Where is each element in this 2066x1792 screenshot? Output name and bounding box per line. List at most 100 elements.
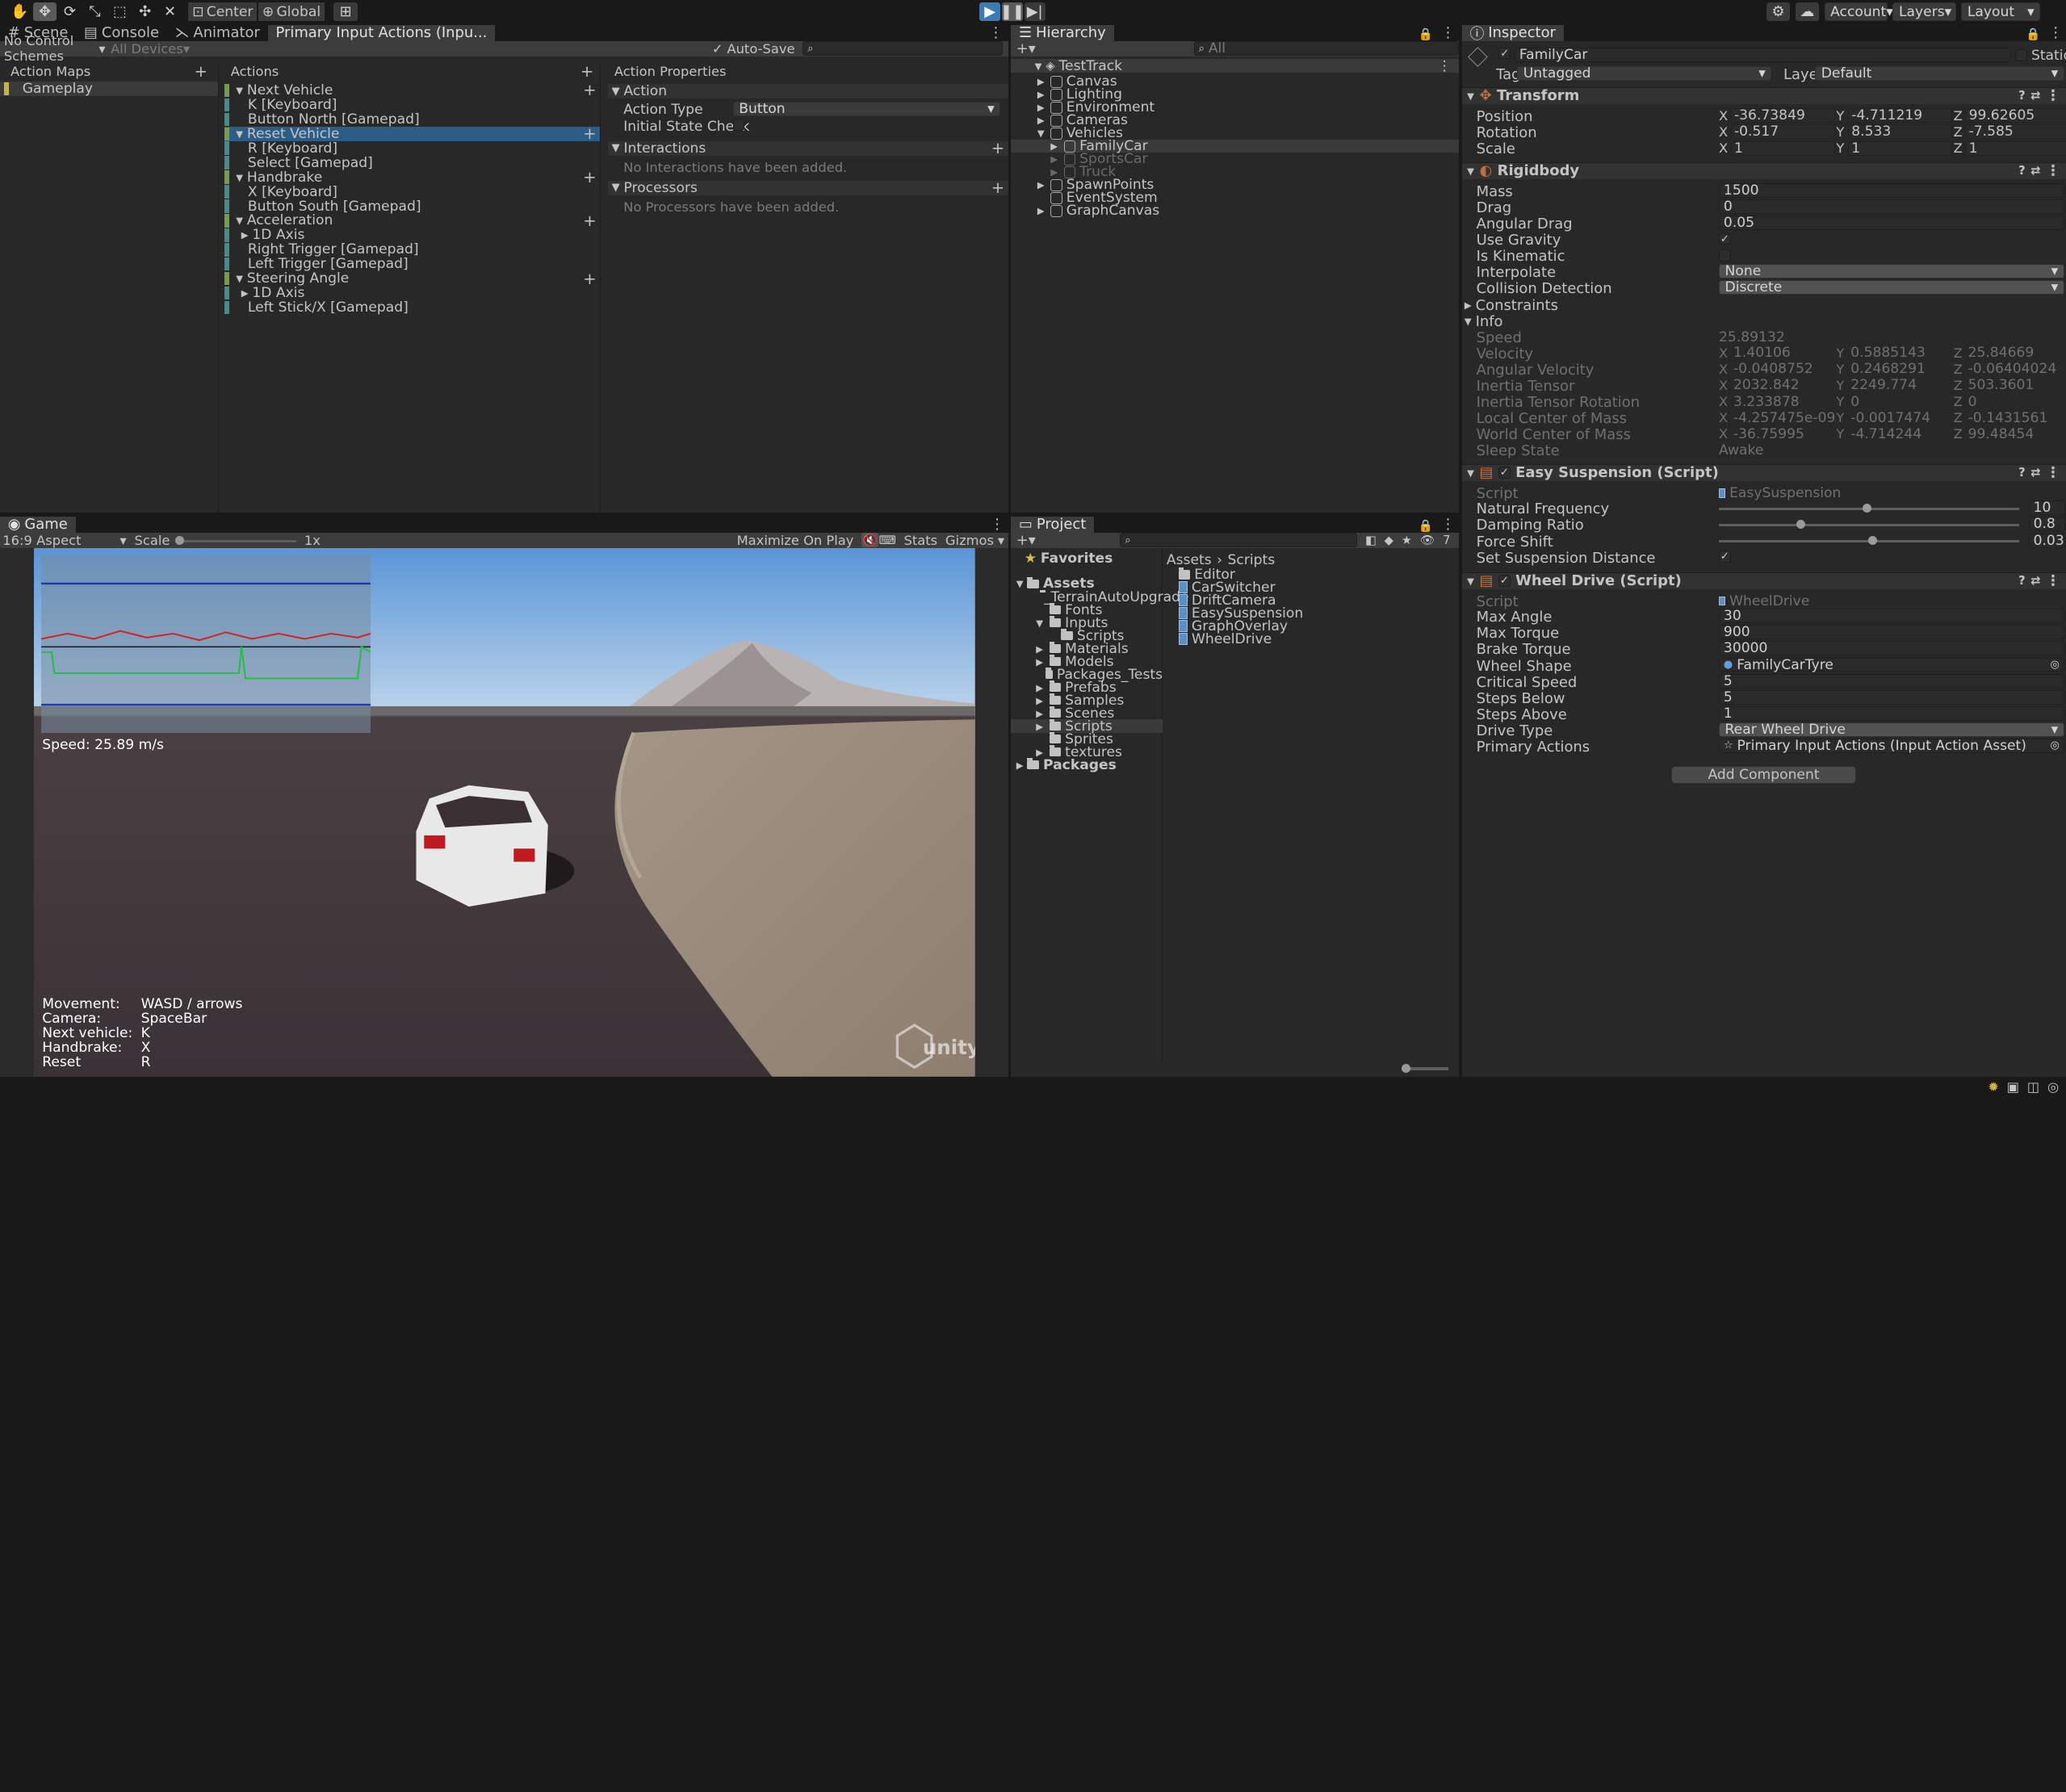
create-plus-icon[interactable]: +▾: [1011, 40, 1041, 57]
move-tool-icon[interactable]: ✥: [32, 2, 57, 22]
rotate-tool-icon[interactable]: ⟳: [58, 2, 82, 21]
component-menu-icon[interactable]: ⋮: [2046, 572, 2066, 589]
initial-state-checkbox[interactable]: [732, 118, 745, 131]
binding-row[interactable]: Right Trigger [Gamepad]: [224, 241, 601, 257]
foldout-right-icon[interactable]: ▶: [1050, 153, 1059, 165]
binding-row[interactable]: K [Keyboard]: [224, 97, 601, 113]
rigidbody-header[interactable]: ▼ ◐ Rigidbody? ⇄ ⋮: [1461, 161, 2066, 179]
create-plus-icon[interactable]: +▾: [1011, 532, 1041, 549]
binding-row[interactable]: Select [Gamepad]: [224, 155, 601, 171]
wheel-field[interactable]: 5: [1719, 673, 2064, 689]
hierarchy-search-input[interactable]: ⌕ All: [1193, 40, 1460, 57]
lock-icon[interactable]: 🔒: [1418, 27, 1440, 41]
slider-knob[interactable]: [1867, 535, 1878, 546]
tab-project[interactable]: ▭ Project: [1011, 516, 1095, 533]
suspension-slider[interactable]: [1719, 534, 2020, 548]
panel-menu-icon[interactable]: ⋮: [1441, 24, 1460, 41]
layer-dropdown[interactable]: Default ▾: [1815, 65, 2064, 82]
global-toggle[interactable]: ⊕ Global: [258, 2, 325, 22]
preset-icon[interactable]: ⇄: [2030, 164, 2040, 178]
object-name-field[interactable]: FamilyCar: [1514, 47, 2012, 63]
step-button[interactable]: ▶|: [1024, 2, 1046, 22]
tab-hierarchy[interactable]: ☰ Hierarchy: [1011, 24, 1114, 41]
mute-audio-icon[interactable]: 🔇: [861, 533, 879, 547]
aspect-dropdown[interactable]: 16:9 Aspect ▾: [0, 533, 126, 548]
component-menu-icon[interactable]: ⋮: [2046, 162, 2066, 179]
tab-input-actions[interactable]: Primary Input Actions (Inpu...: [267, 24, 496, 41]
angular_drag-field[interactable]: 0.05: [1719, 215, 2064, 231]
action-row[interactable]: ▼ Steering Angle +: [224, 270, 601, 288]
transform-tool-icon[interactable]: ✣: [133, 2, 157, 21]
tag-dropdown[interactable]: Untagged ▾: [1517, 65, 1772, 82]
foldout-right-icon[interactable]: ▶: [1050, 166, 1059, 178]
help-icon[interactable]: ?: [2018, 164, 2026, 178]
auto-save-toggle[interactable]: ✓ Auto-Save: [712, 41, 795, 57]
scale-fields[interactable]: X1Y1Z1: [1719, 140, 2066, 156]
layers-dropdown[interactable]: Layers ▾: [1892, 2, 1956, 22]
easy-suspension-header[interactable]: ▼ ▤ ✓ Easy Suspension (Script)? ⇄ ⋮: [1461, 463, 2066, 481]
tab-inspector[interactable]: ⓘ Inspector: [1461, 24, 1564, 43]
suspension-slider[interactable]: [1719, 500, 2020, 515]
binding-row[interactable]: R [Keyboard]: [224, 140, 601, 157]
tab-animator[interactable]: ⋋ Animator: [167, 24, 268, 41]
slider-knob[interactable]: [1796, 519, 1806, 530]
drive-type-dropdown[interactable]: Rear Wheel Drive ▾: [1719, 722, 2064, 738]
component-enabled-checkbox[interactable]: ✓: [1498, 575, 1511, 587]
is_kinematic-checkbox[interactable]: [1719, 249, 1731, 262]
hierarchy-item[interactable]: ▶ SportsCar: [1011, 151, 1459, 167]
use_gravity-checkbox[interactable]: ✓: [1719, 233, 1731, 245]
filter-label-icon[interactable]: ◆: [1385, 534, 1393, 547]
account-dropdown[interactable]: Account ▾: [1824, 2, 1893, 22]
action-row[interactable]: ▼ Acceleration +: [224, 211, 601, 230]
panel-menu-icon[interactable]: ⋮: [990, 516, 1008, 533]
services-icon[interactable]: ⚙: [1766, 2, 1791, 22]
suspension-slider[interactable]: [1719, 517, 2020, 531]
info-foldout[interactable]: ▼ Info: [1465, 313, 1503, 330]
add-action-map-icon[interactable]: +: [195, 62, 207, 81]
wheel-field[interactable]: 1: [1719, 705, 2064, 722]
preset-icon[interactable]: ⇄: [2030, 89, 2040, 103]
set-suspension-checkbox[interactable]: ✓: [1719, 551, 1731, 563]
primary-actions-field[interactable]: ☆ Primary Input Actions (Input Action Ass…: [1719, 738, 2064, 754]
wheel-field[interactable]: 30: [1719, 608, 2064, 624]
icon-size-slider[interactable]: [1401, 1061, 1449, 1075]
slider-value-field[interactable]: 0.03: [2028, 533, 2066, 549]
foldout-right-icon[interactable]: ▶: [1036, 682, 1045, 693]
debug-icon[interactable]: ✹: [1988, 1079, 1999, 1095]
lock-icon[interactable]: 🔒: [2026, 27, 2048, 41]
hierarchy-item[interactable]: ▼ Vehicles: [1011, 125, 1459, 141]
foldout-down-icon[interactable]: ▼: [1037, 128, 1046, 139]
action-section-header[interactable]: ▼ Action: [607, 83, 1008, 99]
hand-tool-icon[interactable]: ✋: [8, 2, 31, 21]
slider-value-field[interactable]: 0.8: [2028, 516, 2066, 532]
wheel-drive-header[interactable]: ▼ ▤ ✓ Wheel Drive (Script)? ⇄ ⋮: [1461, 572, 2066, 589]
cloud-icon[interactable]: ☁: [1795, 2, 1820, 22]
composite-row[interactable]: ▶ 1D Axis: [224, 285, 601, 301]
filter-type-icon[interactable]: ◧: [1365, 534, 1377, 547]
custom-tool-icon[interactable]: ✕: [158, 2, 182, 21]
transform-header[interactable]: ▼ ✥ Transform? ⇄ ⋮: [1461, 86, 2066, 104]
active-checkbox[interactable]: ✓: [1498, 48, 1511, 60]
layers-icon[interactable]: ◫: [2027, 1079, 2039, 1095]
wheel-field[interactable]: 900: [1719, 624, 2064, 640]
wheel-shape-field[interactable]: ● FamilyCarTyre ◎: [1719, 657, 2064, 673]
help-icon[interactable]: ?: [2018, 574, 2026, 588]
add-processor-icon[interactable]: +: [991, 178, 1004, 197]
action-row[interactable]: ▼ Handbrake +: [224, 168, 601, 186]
foldout-right-icon[interactable]: ▶: [1037, 205, 1046, 216]
tab-game[interactable]: ◉ Game: [0, 516, 76, 533]
component-menu-icon[interactable]: ⋮: [2046, 464, 2066, 481]
wheel-field[interactable]: 30000: [1719, 640, 2064, 656]
foldout-right-icon[interactable]: ▶: [1036, 656, 1045, 668]
mass-field[interactable]: 1500: [1719, 182, 2064, 199]
devices-dropdown[interactable]: All Devices ▾: [106, 41, 190, 57]
slider-value-field[interactable]: 10: [2028, 500, 2066, 516]
action-row[interactable]: ▼ Reset Vehicle +: [224, 124, 601, 143]
object-picker-icon[interactable]: ◎: [2051, 739, 2060, 752]
processors-section-header[interactable]: ▼ Processors +: [607, 178, 1008, 197]
control-schemes-dropdown[interactable]: No Control Schemes ▾: [0, 33, 106, 64]
foldout-down-icon[interactable]: ▼: [1036, 618, 1045, 629]
foldout-right-icon[interactable]: ▶: [1036, 695, 1045, 706]
position-fields[interactable]: X -36.73849 Y -4.711219 Z 99.62605: [1719, 108, 2066, 124]
panel-menu-icon[interactable]: ⋮: [1441, 516, 1460, 533]
